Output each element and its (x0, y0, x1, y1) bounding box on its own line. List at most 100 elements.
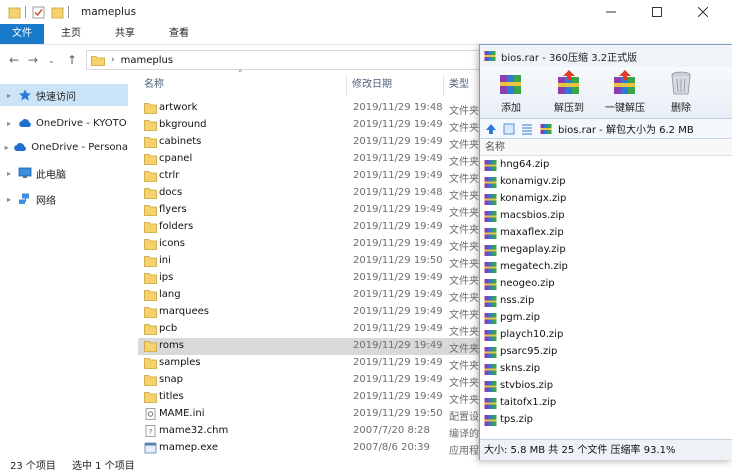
table-row[interactable]: lang 2019/11/29 19:49 文件夹 (138, 287, 498, 304)
archive-list-item[interactable]: pgm.zip (480, 310, 732, 327)
nav-item-quick-access[interactable]: ▸ 快速访问 (0, 84, 128, 106)
up-arrow-icon[interactable] (484, 122, 498, 136)
chevron-right-icon[interactable]: ▸ (0, 143, 13, 152)
table-row[interactable]: artwork 2019/11/29 19:48 文件夹 (138, 100, 498, 117)
archive-list-item[interactable]: psarc95.zip (480, 344, 732, 361)
table-row[interactable]: cpanel 2019/11/29 19:49 文件夹 (138, 151, 498, 168)
tab-home[interactable]: 主页 (44, 24, 98, 44)
table-row[interactable]: ? mame32.chm 2007/7/20 8:28 编译的 (138, 423, 498, 440)
archive-list-item[interactable]: skns.zip (480, 361, 732, 378)
archive-list-item[interactable]: playch10.zip (480, 327, 732, 344)
column-divider[interactable] (346, 74, 347, 96)
table-row[interactable]: samples 2019/11/29 19:49 文件夹 (138, 355, 498, 372)
archive-file-list: hng64.zip konamigv.zip konamigx.zip macsbio… (480, 157, 732, 437)
zip-archive-icon (484, 415, 497, 426)
forward-arrow-icon[interactable]: → (28, 53, 38, 67)
one-click-extract-button[interactable]: 一键解压 (596, 69, 654, 117)
archive-file-name: pgm.zip (500, 312, 540, 323)
table-row[interactable]: cabinets 2019/11/29 19:49 文件夹 (138, 134, 498, 151)
chevron-right-icon[interactable]: ▸ (0, 169, 18, 178)
archive-list-item[interactable]: tps.zip (480, 412, 732, 429)
archive-list-item[interactable]: konamigv.zip (480, 174, 732, 191)
view-mode-icon[interactable] (502, 122, 516, 136)
archive-list-item[interactable]: stvbios.zip (480, 378, 732, 395)
chevron-right-icon[interactable]: ▸ (0, 195, 18, 204)
table-row[interactable]: ini 2019/11/29 19:50 文件夹 (138, 253, 498, 270)
file-type: 文件夹 (449, 242, 479, 253)
file-date: 2019/11/29 19:49 (353, 289, 443, 300)
nav-item-onedrive-kyoto[interactable]: ▸ OneDrive - KYOTO (0, 112, 128, 134)
archive-list-item[interactable]: megatech.zip (480, 259, 732, 276)
file-type: 文件夹 (449, 378, 479, 389)
archive-file-name: konamigv.zip (500, 176, 566, 187)
file-type: 文件夹 (449, 191, 479, 202)
delete-button[interactable]: 删除 (652, 69, 710, 117)
table-row[interactable]: ctrlr 2019/11/29 19:49 文件夹 (138, 168, 498, 185)
file-date: 2019/11/29 19:48 (353, 102, 443, 113)
tab-share[interactable]: 共享 (98, 24, 152, 44)
file-type: 文件夹 (449, 123, 479, 134)
archive-list-item[interactable]: megaplay.zip (480, 242, 732, 259)
nav-item-this-pc[interactable]: ▸ 此电脑 (0, 162, 128, 184)
file-name: ini (159, 255, 171, 266)
add-button[interactable]: 添加 (482, 69, 540, 117)
column-header-date[interactable]: 修改日期 (352, 74, 392, 96)
back-arrow-icon[interactable]: ← (9, 53, 19, 67)
nav-item-onedrive-personal[interactable]: ▸ OneDrive - Persona (0, 136, 128, 158)
table-row[interactable]: pcb 2019/11/29 19:49 文件夹 (138, 321, 498, 338)
tab-file[interactable]: 文件 (0, 24, 44, 44)
recent-dropdown-icon[interactable]: ⌄ (48, 56, 55, 65)
archive-list-item[interactable]: konamigx.zip (480, 191, 732, 208)
table-row[interactable]: flyers 2019/11/29 19:49 文件夹 (138, 202, 498, 219)
archive-file-name: playch10.zip (500, 329, 564, 340)
tab-view[interactable]: 查看 (152, 24, 206, 44)
column-divider[interactable] (443, 74, 444, 96)
archive-list-item[interactable]: neogeo.zip (480, 276, 732, 293)
table-row[interactable]: icons 2019/11/29 19:49 文件夹 (138, 236, 498, 253)
archive-list-item[interactable]: hng64.zip (480, 157, 732, 174)
archive-list-item[interactable]: taitofx1.zip (480, 395, 732, 412)
zip-archive-icon (484, 330, 497, 341)
new-folder-icon[interactable] (51, 6, 64, 19)
properties-check-icon[interactable] (32, 6, 45, 19)
archive-list-item[interactable]: nss.zip (480, 293, 732, 310)
table-row[interactable]: folders 2019/11/29 19:49 文件夹 (138, 219, 498, 236)
address-path: mameplus (120, 54, 174, 66)
archive-list-item[interactable]: macsbios.zip (480, 208, 732, 225)
maximize-button[interactable] (640, 0, 674, 24)
address-box[interactable]: › mameplus (86, 50, 486, 70)
table-row[interactable]: bkground 2019/11/29 19:49 文件夹 (138, 117, 498, 134)
list-view-icon[interactable] (520, 122, 534, 136)
file-type: 应用程 (449, 446, 479, 457)
column-header-name[interactable]: 名称 (144, 74, 164, 96)
chevron-right-icon[interactable]: ▸ (0, 119, 18, 128)
archive-list-item[interactable]: maxaflex.zip (480, 225, 732, 242)
folder-icon (144, 392, 157, 403)
file-name: roms (159, 340, 184, 351)
table-row[interactable]: marquees 2019/11/29 19:49 文件夹 (138, 304, 498, 321)
chevron-right-icon[interactable]: › (111, 55, 115, 65)
minimize-button[interactable] (594, 0, 628, 24)
archive-column-header-name[interactable]: 名称 (480, 140, 732, 156)
folder-icon (144, 273, 157, 284)
archive-file-name: megatech.zip (500, 261, 568, 272)
up-arrow-icon[interactable]: ↑ (67, 53, 77, 67)
column-header-type[interactable]: 类型 (449, 74, 469, 96)
table-row[interactable]: mamep.exe 2007/8/6 20:39 应用程 (138, 440, 498, 457)
chevron-right-icon[interactable]: ▸ (0, 91, 18, 100)
close-button[interactable] (686, 0, 720, 24)
archive-title-bar: bios.rar - 360压缩 3.2正式版 (480, 45, 732, 67)
table-row[interactable]: docs 2019/11/29 19:48 文件夹 (138, 185, 498, 202)
table-row[interactable]: MAME.ini 2019/11/29 19:50 配置设 (138, 406, 498, 423)
table-row[interactable]: ips 2019/11/29 19:49 文件夹 (138, 270, 498, 287)
extract-to-button[interactable]: 解压到 (540, 69, 598, 117)
table-row[interactable]: roms 2019/11/29 19:49 文件夹 (138, 338, 498, 355)
archive-file-name: nss.zip (500, 295, 535, 306)
zip-archive-icon (484, 364, 497, 375)
folder-icon (144, 307, 157, 318)
table-row[interactable]: titles 2019/11/29 19:49 文件夹 (138, 389, 498, 406)
zip-archive-icon (484, 160, 497, 171)
trash-icon (671, 71, 691, 95)
table-row[interactable]: snap 2019/11/29 19:49 文件夹 (138, 372, 498, 389)
nav-item-network[interactable]: ▸ 网络 (0, 188, 128, 210)
